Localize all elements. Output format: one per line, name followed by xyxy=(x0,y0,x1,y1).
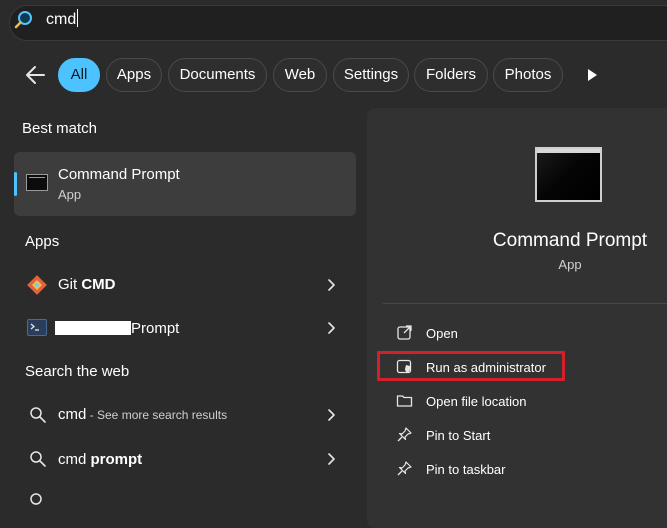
search-icon xyxy=(29,492,47,510)
apps-heading: Apps xyxy=(25,233,60,250)
web-result-cmd-label: cmd - See more search results xyxy=(58,406,228,423)
detail-title: Command Prompt xyxy=(492,230,648,251)
action-pin-to-start[interactable] xyxy=(383,422,663,448)
folder-icon xyxy=(396,392,413,409)
app-item-prompt-label: Prompt xyxy=(131,320,180,337)
action-open[interactable] xyxy=(383,320,663,346)
git-icon xyxy=(26,274,48,296)
command-prompt-icon xyxy=(26,174,48,191)
action-pin-to-taskbar[interactable] xyxy=(383,456,663,482)
more-filters-button[interactable] xyxy=(584,66,600,84)
best-match-item[interactable] xyxy=(14,152,356,216)
web-result-cmd-prompt-label: cmd prompt xyxy=(58,451,143,468)
filter-settings[interactable]: Settings xyxy=(333,58,409,92)
chevron-right-icon[interactable] xyxy=(326,321,336,335)
command-prompt-screen xyxy=(537,153,600,200)
redacted-text xyxy=(55,321,131,335)
filter-all[interactable]: All xyxy=(58,58,100,92)
highlight-box xyxy=(377,351,565,381)
filter-photos[interactable]: Photos xyxy=(493,58,563,92)
action-pin-to-taskbar-label: Pin to taskbar xyxy=(426,462,506,477)
search-web-heading: Search the web xyxy=(25,363,130,380)
best-match-heading: Best match xyxy=(22,120,98,137)
app-item-git-cmd-label: Git CMD xyxy=(58,276,116,293)
search-box[interactable] xyxy=(9,5,667,41)
pin-icon xyxy=(396,426,413,443)
search-icon xyxy=(29,406,47,424)
filter-documents[interactable]: Documents xyxy=(168,58,267,92)
play-icon xyxy=(588,69,597,81)
open-external-icon xyxy=(396,324,413,341)
command-prompt-titlebar xyxy=(537,149,600,153)
best-match-title: Command Prompt xyxy=(58,166,180,183)
action-open-label: Open xyxy=(426,326,458,341)
selection-indicator xyxy=(14,172,17,196)
search-input[interactable]: cmd xyxy=(46,9,79,29)
filter-web[interactable]: Web xyxy=(273,58,327,92)
action-open-file-location-label: Open file location xyxy=(426,394,527,409)
pin-icon xyxy=(396,460,413,477)
filter-folders[interactable]: Folders xyxy=(414,58,488,92)
search-icon xyxy=(14,9,34,29)
best-match-type: App xyxy=(58,187,82,202)
divider xyxy=(383,303,667,304)
chevron-right-icon[interactable] xyxy=(326,278,336,292)
filter-apps[interactable]: Apps xyxy=(106,58,162,92)
terminal-icon xyxy=(27,319,47,336)
back-button[interactable] xyxy=(22,60,50,90)
search-icon xyxy=(29,450,47,468)
chevron-right-icon[interactable] xyxy=(326,408,336,422)
detail-subtitle: App xyxy=(558,257,582,272)
chevron-right-icon[interactable] xyxy=(326,452,336,466)
action-pin-to-start-label: Pin to Start xyxy=(426,428,491,443)
